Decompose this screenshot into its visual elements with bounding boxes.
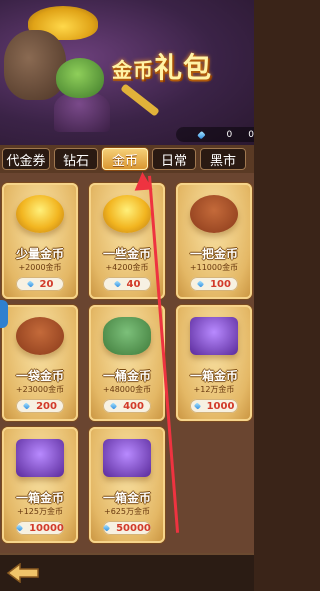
product-name: 一桶金币 [102, 369, 151, 383]
price-button[interactable]: 10000 [15, 521, 64, 535]
product-card[interactable]: 一把金币 +11000金币 100 [176, 183, 252, 299]
gem-count: 0 [226, 129, 233, 140]
price-button[interactable]: 200 [16, 399, 64, 413]
price-value: 400 [123, 400, 144, 412]
product-desc: +625万金币 [104, 507, 150, 516]
coin-bag-image [190, 195, 238, 233]
price-value: 1000 [206, 400, 235, 412]
coin-count: 0 [248, 129, 254, 140]
product-card[interactable]: 一箱金币 +125万金币 10000 [2, 427, 78, 543]
gem-icon [197, 130, 206, 139]
tab-diamonds[interactable]: 钻石 [54, 148, 98, 170]
product-desc: +48000金币 [102, 385, 152, 394]
gem-icon [109, 402, 118, 410]
gem-icon [22, 402, 31, 410]
price-button[interactable]: 1000 [190, 399, 238, 413]
coin-pile-image [103, 195, 151, 233]
side-drawer-handle[interactable] [0, 300, 8, 328]
coin-bag-image [16, 317, 64, 355]
price-button[interactable]: 50000 [102, 521, 151, 535]
banner-title-main: 金币 [112, 58, 154, 82]
product-card[interactable]: 少量金币 +2000金币 20 [2, 183, 78, 299]
price-value: 100 [210, 278, 231, 290]
product-desc: +125万金币 [17, 507, 63, 516]
gift-pack-banner: 金币礼包 0 0 [0, 0, 254, 145]
price-button[interactable]: 100 [190, 277, 238, 291]
product-name: 少量金币 [15, 247, 64, 261]
product-name: 一把金币 [189, 247, 238, 261]
gem-icon [102, 524, 111, 532]
price-value: 200 [36, 400, 57, 412]
price-value: 10000 [29, 522, 64, 534]
price-value: 40 [126, 278, 141, 290]
tab-black-market[interactable]: 黑市 [200, 148, 246, 170]
tab-vouchers[interactable]: 代金券 [2, 148, 50, 170]
price-button[interactable]: 20 [16, 277, 64, 291]
goblin-body-image [54, 92, 110, 132]
price-value: 50000 [116, 522, 151, 534]
treasure-chest-image [16, 439, 64, 477]
treasure-chest-image [190, 317, 238, 355]
back-button[interactable] [6, 563, 40, 583]
annotation-arrow-head [133, 171, 153, 191]
banner-title-big: 礼包 [154, 51, 213, 84]
treasure-chest-image [103, 439, 151, 477]
pickaxe-image [120, 83, 160, 117]
coin-pile-image [16, 195, 64, 233]
product-card[interactable]: 一箱金币 +625万金币 50000 [89, 427, 165, 543]
price-button[interactable]: 400 [103, 399, 151, 413]
product-name: 一箱金币 [15, 491, 64, 505]
product-card[interactable]: 一箱金币 +12万金币 1000 [176, 305, 252, 421]
gem-icon [26, 280, 34, 288]
product-desc: +4200金币 [105, 263, 149, 272]
goblin-head-image [56, 58, 104, 98]
sack-image [4, 30, 66, 100]
price-button[interactable]: 40 [103, 277, 151, 291]
gem-icon [113, 280, 121, 288]
tab-daily[interactable]: 日常 [152, 148, 196, 170]
currency-bar: 0 0 [176, 127, 254, 142]
gem-icon [196, 280, 205, 288]
gem-icon [15, 524, 24, 532]
product-desc: +11000金币 [189, 263, 239, 272]
product-name: 一箱金币 [189, 369, 238, 383]
product-desc: +12万金币 [193, 385, 235, 394]
footer-bar [0, 553, 254, 591]
gem-icon [193, 402, 201, 410]
banner-title: 金币礼包 [112, 46, 212, 86]
tab-gold[interactable]: 金币 [102, 148, 148, 170]
category-tabs: 代金券 钻石 金币 日常 黑市 [0, 145, 254, 173]
product-grid: 少量金币 +2000金币 20 一些金币 +4200金币 40 一把金币 +11… [0, 173, 254, 553]
product-name: 一箱金币 [102, 491, 151, 505]
product-card[interactable]: 一桶金币 +48000金币 400 [89, 305, 165, 421]
back-arrow-icon [6, 563, 39, 583]
coin-barrel-image [103, 317, 151, 355]
product-name: 一袋金币 [15, 369, 64, 383]
product-desc: +2000金币 [18, 263, 62, 272]
product-desc: +23000金币 [15, 385, 65, 394]
product-card[interactable]: 一袋金币 +23000金币 200 [2, 305, 78, 421]
price-value: 20 [39, 278, 54, 290]
